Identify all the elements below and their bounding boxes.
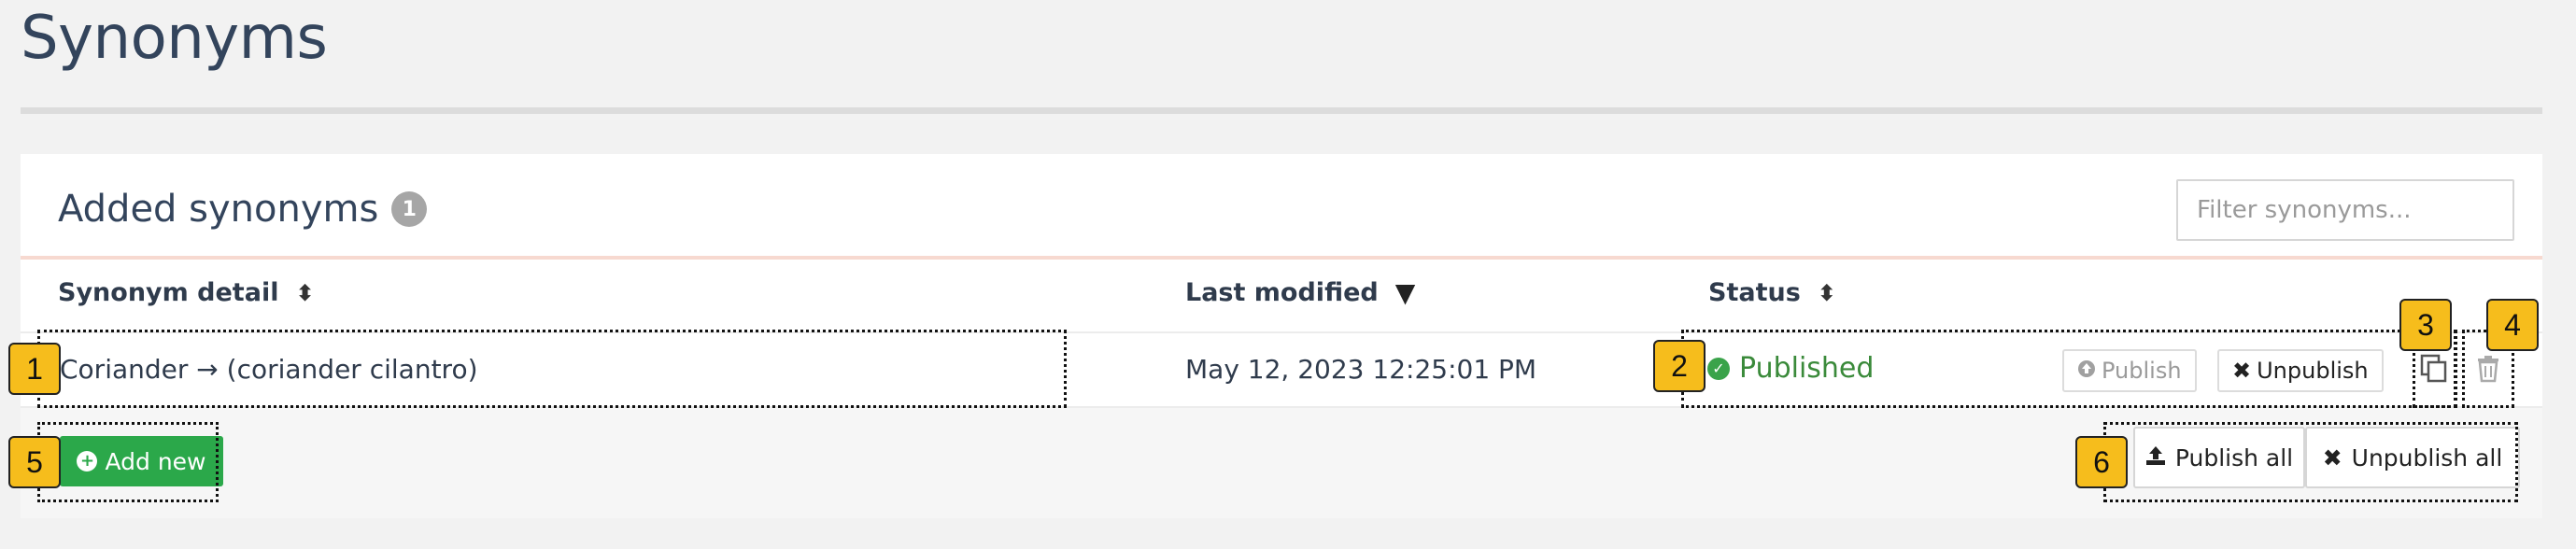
column-header-synonym-detail[interactable]: Synonym detail ⬍ <box>58 278 315 307</box>
delete-button[interactable] <box>2468 348 2509 393</box>
annotation-marker-1: 1 <box>8 343 61 395</box>
unpublish-all-label: Unpublish all <box>2351 443 2503 472</box>
column-header-last-modified[interactable]: Last modified ▼ <box>1185 278 1415 307</box>
publish-button[interactable]: Publish <box>2062 349 2197 392</box>
upload-icon <box>2145 444 2166 472</box>
column-label: Synonym detail <box>58 278 279 307</box>
synonyms-panel: Added synonyms 1 Synonym detail ⬍ Last m… <box>21 154 2542 518</box>
panel-footer: + Add new Publish all ✖ Unpublish all <box>21 408 2542 518</box>
close-icon: ✖ <box>2322 443 2342 472</box>
plus-circle-icon: + <box>77 451 98 472</box>
unpublish-button[interactable]: ✖ Unpublish <box>2217 349 2384 392</box>
title-divider <box>21 107 2542 114</box>
page-title: Synonyms <box>21 4 328 73</box>
unpublish-all-button[interactable]: ✖ Unpublish all <box>2305 427 2520 488</box>
unpublish-label: Unpublish <box>2257 358 2369 384</box>
publish-all-button[interactable]: Publish all <box>2133 427 2305 488</box>
column-label: Last modified <box>1185 278 1379 307</box>
column-label: Status <box>1708 278 1801 307</box>
arrow-up-circle-icon <box>2077 358 2096 384</box>
status-label: Published <box>1739 352 1875 385</box>
table-row: Coriander → (coriander cilantro) May 12,… <box>21 331 2542 408</box>
sort-icon[interactable]: ⬍ <box>295 282 314 304</box>
filter-synonyms-input[interactable] <box>2176 179 2514 241</box>
count-badge: 1 <box>391 191 428 227</box>
panel-title-text: Added synonyms <box>58 188 379 231</box>
sort-down-icon[interactable]: ▼ <box>1395 279 1416 306</box>
annotation-marker-5: 5 <box>8 436 61 488</box>
sort-icon[interactable]: ⬍ <box>1818 282 1836 304</box>
annotation-marker-6: 6 <box>2075 436 2128 488</box>
add-new-button[interactable]: + Add new <box>60 436 223 486</box>
close-icon: ✖ <box>2232 358 2252 384</box>
copy-icon <box>2420 354 2448 387</box>
annotation-marker-4: 4 <box>2486 299 2539 351</box>
synonym-detail-cell: Coriander → (coriander cilantro) <box>60 354 478 385</box>
status-cell: ✓ Published <box>1707 352 1874 385</box>
annotation-marker-3: 3 <box>2399 299 2452 351</box>
panel-title: Added synonyms 1 <box>58 188 428 231</box>
panel-header: Added synonyms 1 <box>21 154 2542 260</box>
last-modified-cell: May 12, 2023 12:25:01 PM <box>1185 354 1537 385</box>
annotation-marker-2: 2 <box>1653 340 1706 392</box>
trash-icon <box>2476 355 2500 387</box>
column-header-status[interactable]: Status ⬍ <box>1708 278 1836 307</box>
check-circle-icon: ✓ <box>1707 357 1730 380</box>
add-new-label: Add new <box>105 447 206 475</box>
publish-label: Publish <box>2102 358 2182 384</box>
publish-all-label: Publish all <box>2174 443 2294 472</box>
duplicate-button[interactable] <box>2413 348 2455 393</box>
